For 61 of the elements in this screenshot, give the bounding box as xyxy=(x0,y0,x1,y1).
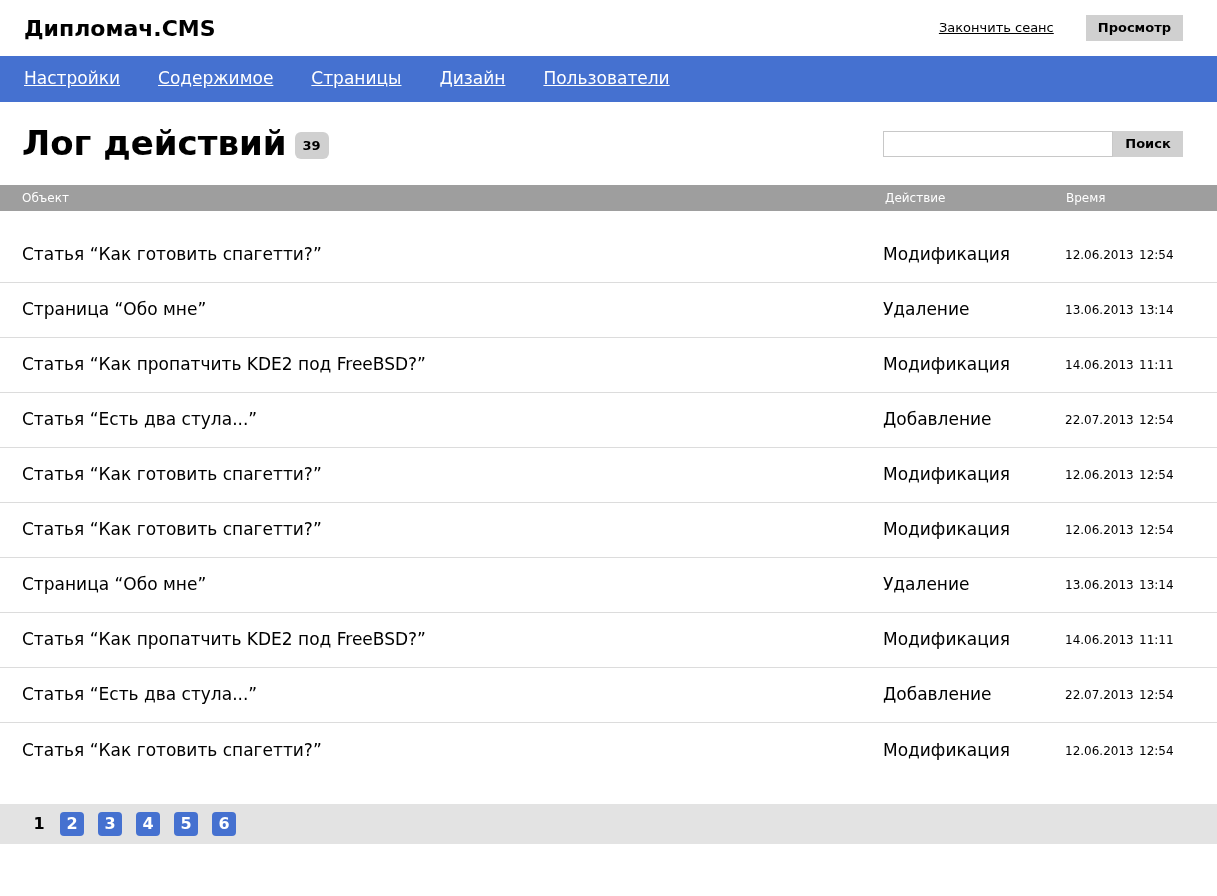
table-cell-text: Статья “Как пропатчить KDE2 под FreeBSD?” xyxy=(21,353,427,377)
table-cell-text: 12.06.2013 xyxy=(1065,467,1135,484)
page-button[interactable]: 4 xyxy=(136,812,160,836)
nav-link[interactable]: Настройки xyxy=(24,66,120,92)
table-cell-text: 12:54 xyxy=(1139,687,1174,704)
nav-link[interactable]: Содержимое xyxy=(158,66,274,92)
column-header: Время xyxy=(1066,190,1106,207)
page-button[interactable]: 5 xyxy=(174,812,198,836)
table-cell-text: Страница “Обо мне” xyxy=(21,298,208,322)
table-cell-text: Страница “Обо мне” xyxy=(21,573,208,597)
table-cell-text: Модификация xyxy=(883,353,1011,377)
page-title: Лог действий xyxy=(22,122,287,165)
table-cell-text: 12.06.2013 xyxy=(1065,742,1135,760)
page-button[interactable]: 2 xyxy=(60,812,84,836)
page-button[interactable]: 3 xyxy=(98,812,122,836)
page-button[interactable]: 1 xyxy=(32,812,46,836)
table-cell-text: 12:54 xyxy=(1139,412,1174,429)
table-cell-text: Статья “Как готовить спагетти?” xyxy=(21,463,323,487)
search-button[interactable]: Поиск xyxy=(1113,130,1183,157)
table-cell-text: 11:11 xyxy=(1139,632,1174,649)
table-cell-text: 22.07.2013 xyxy=(1065,687,1135,704)
table-cell-text: 12.06.2013 xyxy=(1065,522,1135,539)
table-cell-text: 13.06.2013 xyxy=(1065,302,1135,319)
table-cell-text: Статья “Есть два стула...” xyxy=(21,683,259,707)
nav-link[interactable]: Пользователи xyxy=(543,66,670,92)
table-cell-text: Статья “Есть два стула...” xyxy=(21,408,259,432)
table-cell-text: Удаление xyxy=(883,573,971,597)
table-cell-text: 12.06.2013 xyxy=(1065,247,1135,264)
count-badge: 39 xyxy=(294,131,329,160)
table-cell-text: Статья “Как пропатчить KDE2 под FreeBSD?” xyxy=(21,628,427,652)
nav-link[interactable]: Дизайн xyxy=(439,66,506,92)
table-cell-text: 12:54 xyxy=(1139,467,1174,484)
column-header: Объект xyxy=(21,190,70,207)
table-cell-text: 12:54 xyxy=(1139,522,1174,539)
table-cell-text: Модификация xyxy=(883,738,1011,762)
table-cell-text: 14.06.2013 xyxy=(1065,357,1135,374)
logout-link[interactable]: Закончить сеанс xyxy=(938,18,1054,38)
search-field[interactable] xyxy=(883,130,1113,157)
page-button[interactable]: 6 xyxy=(212,812,236,836)
table-cell-text: 14.06.2013 xyxy=(1065,632,1135,649)
table-cell-text: Добавление xyxy=(883,408,993,432)
table-cell-text: Удаление xyxy=(883,298,971,322)
table-cell-text: 12:54 xyxy=(1139,742,1174,760)
column-header: Действие xyxy=(885,190,947,207)
table-cell-text: Статья “Как готовить спагетти?” xyxy=(21,738,323,762)
logo: Дипломач.CMS xyxy=(24,14,216,43)
table-cell-text: Модификация xyxy=(883,243,1011,267)
table-cell-text: Модификация xyxy=(883,518,1011,542)
table-cell-text: 13:14 xyxy=(1139,302,1174,319)
table-cell-text: 13:14 xyxy=(1139,577,1174,594)
table-cell-text: 11:11 xyxy=(1139,357,1174,374)
table-cell-text: 12:54 xyxy=(1139,247,1174,264)
table-cell-text: Модификация xyxy=(883,628,1011,652)
preview-button[interactable]: Просмотр xyxy=(1085,15,1183,41)
table-cell-text: Статья “Как готовить спагетти?” xyxy=(21,243,323,267)
table-cell-text: Добавление xyxy=(883,683,993,707)
table-cell-text: Статья “Как готовить спагетти?” xyxy=(21,518,323,542)
table-cell-text: 13.06.2013 xyxy=(1065,577,1135,594)
table-cell-text: 22.07.2013 xyxy=(1065,412,1135,429)
nav-link[interactable]: Страницы xyxy=(311,66,402,92)
table-cell-text: Модификация xyxy=(883,463,1011,487)
